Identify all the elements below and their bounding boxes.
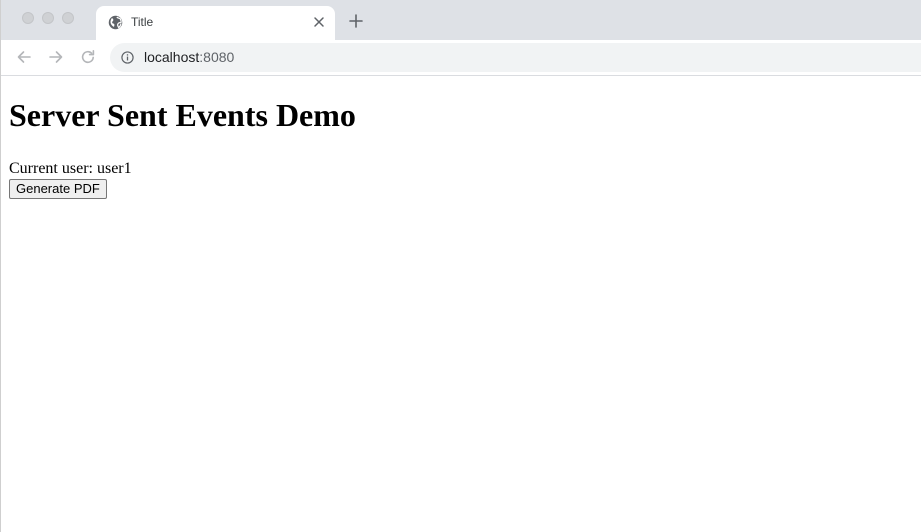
new-tab-icon[interactable] [347, 12, 365, 30]
current-user-text: Current user: user1 [9, 160, 132, 177]
browser-tab[interactable]: Title [96, 6, 335, 40]
forward-arrow-icon[interactable] [47, 48, 65, 66]
browser-toolbar: localhost:8080 [1, 40, 921, 76]
close-window-button[interactable] [22, 12, 34, 24]
url-port: :8080 [199, 49, 235, 65]
info-icon[interactable] [121, 51, 134, 64]
back-arrow-icon[interactable] [15, 48, 33, 66]
tab-title: Title [131, 15, 154, 29]
tab-strip: Title [1, 0, 921, 40]
globe-icon [108, 15, 123, 30]
minimize-window-button[interactable] [42, 12, 54, 24]
reload-icon[interactable] [79, 48, 97, 66]
browser-window: Title localhost:8080 Server Sent Events … [0, 0, 921, 532]
page-title: Server Sent Events Demo [9, 97, 356, 133]
maximize-window-button[interactable] [62, 12, 74, 24]
url-text: localhost:8080 [144, 49, 234, 66]
generate-pdf-button[interactable]: Generate PDF [9, 179, 107, 199]
page-content: Server Sent Events Demo Current user: us… [9, 76, 914, 199]
close-tab-icon[interactable] [312, 15, 326, 29]
url-host: localhost [144, 49, 200, 65]
address-bar[interactable]: localhost:8080 [110, 43, 921, 72]
